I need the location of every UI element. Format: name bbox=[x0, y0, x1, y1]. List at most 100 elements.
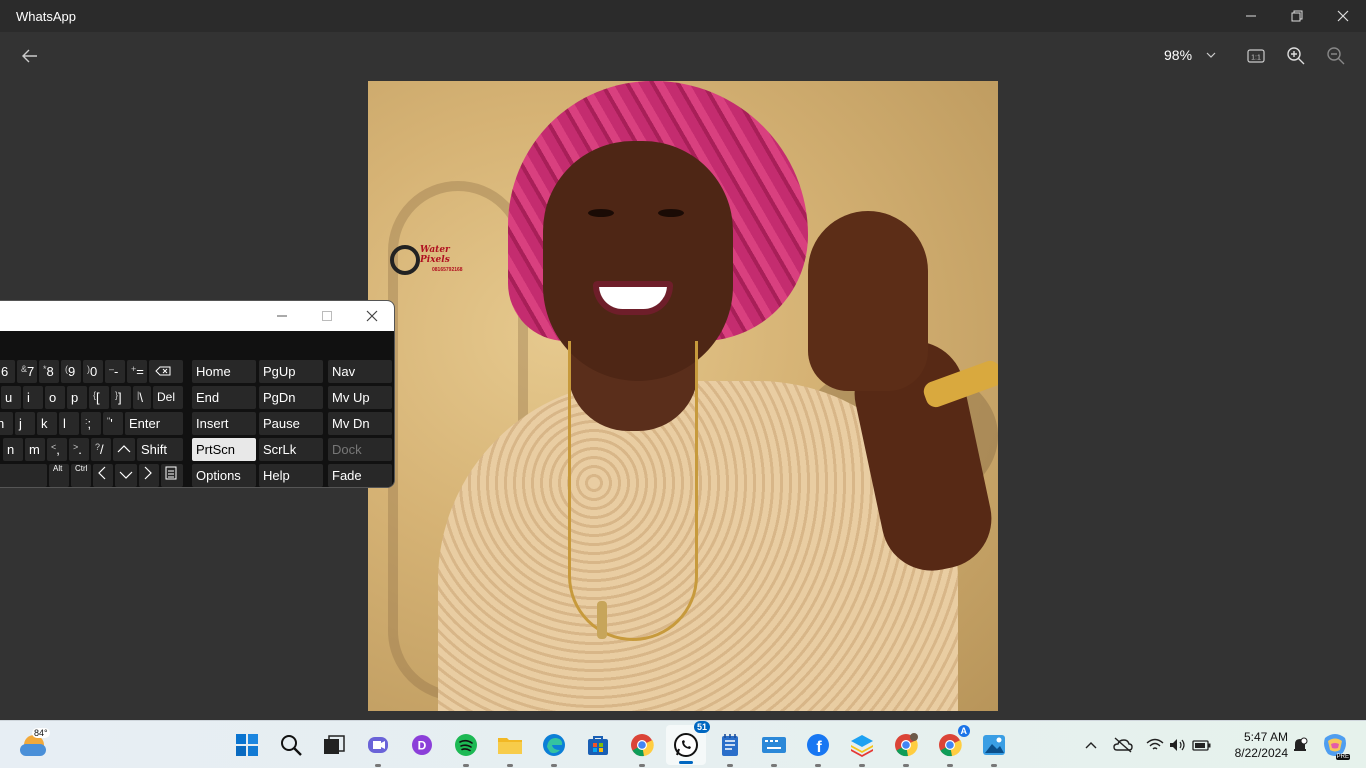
start-button[interactable] bbox=[231, 729, 263, 761]
whatsapp-taskbar-button[interactable]: 51 bbox=[666, 721, 710, 765]
facebook-button[interactable]: f bbox=[802, 729, 834, 767]
key-6[interactable]: 6 bbox=[0, 360, 15, 383]
key-enter[interactable]: Enter bbox=[125, 412, 183, 435]
key-right-arrow[interactable] bbox=[139, 464, 159, 487]
app-d-icon: D bbox=[412, 735, 432, 755]
key-mv-dn[interactable]: Mv Dn bbox=[328, 412, 392, 435]
key-equals[interactable]: += bbox=[127, 360, 147, 383]
key-shift[interactable]: Shift bbox=[137, 438, 183, 461]
store-button[interactable] bbox=[582, 729, 614, 761]
volume-icon[interactable] bbox=[1168, 735, 1188, 755]
key-j[interactable]: j bbox=[15, 412, 35, 435]
key-i[interactable]: i bbox=[23, 386, 43, 409]
key-pgup[interactable]: PgUp bbox=[259, 360, 323, 383]
back-button[interactable] bbox=[18, 44, 42, 68]
key-prtscn[interactable]: PrtScn bbox=[192, 438, 256, 461]
key-fade[interactable]: Fade bbox=[328, 464, 392, 487]
key-quote[interactable]: "' bbox=[103, 412, 123, 435]
actual-size-button[interactable]: 1:1 bbox=[1244, 44, 1268, 68]
osk-maximize-button[interactable] bbox=[305, 301, 349, 331]
key-m[interactable]: m bbox=[25, 438, 45, 461]
key-scrlk[interactable]: ScrLk bbox=[259, 438, 323, 461]
show-hidden-icons-button[interactable] bbox=[1081, 735, 1101, 755]
keyboard-app-button[interactable] bbox=[758, 729, 790, 767]
chrome-button[interactable] bbox=[626, 729, 658, 767]
key-minus[interactable]: –- bbox=[105, 360, 125, 383]
key-end[interactable]: End bbox=[192, 386, 256, 409]
key-open-bracket[interactable]: {[ bbox=[89, 386, 109, 409]
osk-titlebar[interactable] bbox=[0, 301, 394, 331]
key-backspace[interactable] bbox=[149, 360, 183, 383]
key-l[interactable]: l bbox=[59, 412, 79, 435]
key-8[interactable]: *8 bbox=[39, 360, 59, 383]
photos-button[interactable] bbox=[978, 729, 1010, 767]
key-home[interactable]: Home bbox=[192, 360, 256, 383]
key-menu[interactable] bbox=[161, 464, 183, 487]
osk-close-button[interactable] bbox=[350, 301, 394, 331]
photo-eye-right bbox=[658, 209, 684, 217]
photo-viewer-image[interactable]: Water Pixels 08165792168 bbox=[368, 81, 998, 711]
key-9[interactable]: (9 bbox=[61, 360, 81, 383]
key-help[interactable]: Help bbox=[259, 464, 323, 487]
wifi-icon[interactable] bbox=[1145, 735, 1165, 755]
edge-button[interactable] bbox=[538, 729, 570, 767]
key-close-bracket[interactable]: }] bbox=[111, 386, 131, 409]
weather-widget[interactable]: 84° bbox=[20, 728, 50, 761]
minimize-button[interactable] bbox=[1228, 0, 1274, 32]
key-7[interactable]: &7 bbox=[17, 360, 37, 383]
key-left-arrow[interactable] bbox=[93, 464, 113, 487]
key-nav[interactable]: Nav bbox=[328, 360, 392, 383]
battery-icon[interactable] bbox=[1192, 735, 1212, 755]
chrome-profile-2-button[interactable]: A bbox=[934, 725, 970, 767]
key-backslash[interactable]: |\ bbox=[133, 386, 151, 409]
restore-button[interactable] bbox=[1274, 0, 1320, 32]
chevron-down-icon[interactable] bbox=[1204, 46, 1218, 64]
key-space[interactable] bbox=[0, 464, 47, 487]
key-down-arrow[interactable] bbox=[115, 464, 137, 487]
key-mv-up[interactable]: Mv Up bbox=[328, 386, 392, 409]
teams-chat-button[interactable] bbox=[362, 729, 394, 767]
key-o[interactable]: o bbox=[45, 386, 65, 409]
task-view-button[interactable] bbox=[318, 729, 350, 761]
key-alt[interactable]: Alt bbox=[49, 464, 69, 487]
file-explorer-button[interactable] bbox=[494, 729, 526, 767]
key-pause[interactable]: Pause bbox=[259, 412, 323, 435]
key-slash[interactable]: ?/ bbox=[91, 438, 111, 461]
key-insert[interactable]: Insert bbox=[192, 412, 256, 435]
key-comma[interactable]: <, bbox=[47, 438, 67, 461]
watermark-phone: 08165792168 bbox=[432, 267, 463, 273]
whatsapp-unread-badge: 51 bbox=[693, 721, 710, 733]
key-u[interactable]: u bbox=[1, 386, 21, 409]
zoom-out-button[interactable] bbox=[1324, 44, 1348, 68]
app-d-button[interactable]: D bbox=[406, 729, 438, 761]
bluestacks-button[interactable] bbox=[846, 729, 878, 767]
key-0[interactable]: )0 bbox=[83, 360, 103, 383]
onedrive-icon[interactable] bbox=[1113, 735, 1133, 755]
key-up-arrow[interactable] bbox=[113, 438, 135, 461]
taskbar: 84° D 51 f A 5:47 AM 8/22/2024 PRE bbox=[0, 720, 1366, 768]
key-k[interactable]: k bbox=[37, 412, 57, 435]
notification-icon[interactable] bbox=[1290, 735, 1310, 755]
svg-text:1:1: 1:1 bbox=[1251, 55, 1261, 62]
key-semicolon[interactable]: :; bbox=[81, 412, 101, 435]
chrome-profile-1-button[interactable] bbox=[890, 729, 922, 767]
zoom-level-select[interactable]: 98% bbox=[1164, 47, 1192, 63]
spotify-button[interactable] bbox=[450, 729, 482, 767]
facebook-icon: f bbox=[807, 734, 829, 756]
key-del[interactable]: Del bbox=[153, 386, 183, 409]
zoom-in-button[interactable] bbox=[1284, 44, 1308, 68]
key-dock[interactable]: Dock bbox=[328, 438, 392, 461]
key-ctrl[interactable]: Ctrl bbox=[71, 464, 91, 487]
search-button[interactable] bbox=[275, 729, 307, 761]
key-period[interactable]: >. bbox=[69, 438, 89, 461]
key-p[interactable]: p bbox=[67, 386, 87, 409]
key-n[interactable]: n bbox=[3, 438, 23, 461]
taskbar-clock[interactable]: 5:47 AM 8/22/2024 bbox=[1222, 729, 1288, 761]
close-button[interactable] bbox=[1320, 0, 1366, 32]
key-options[interactable]: Options bbox=[192, 464, 256, 487]
key-pgdn[interactable]: PgDn bbox=[259, 386, 323, 409]
osk-minimize-button[interactable] bbox=[260, 301, 304, 331]
key-h[interactable]: h bbox=[0, 412, 13, 435]
notepad-button[interactable] bbox=[714, 729, 746, 767]
copilot-button[interactable]: PRE bbox=[1322, 732, 1350, 760]
